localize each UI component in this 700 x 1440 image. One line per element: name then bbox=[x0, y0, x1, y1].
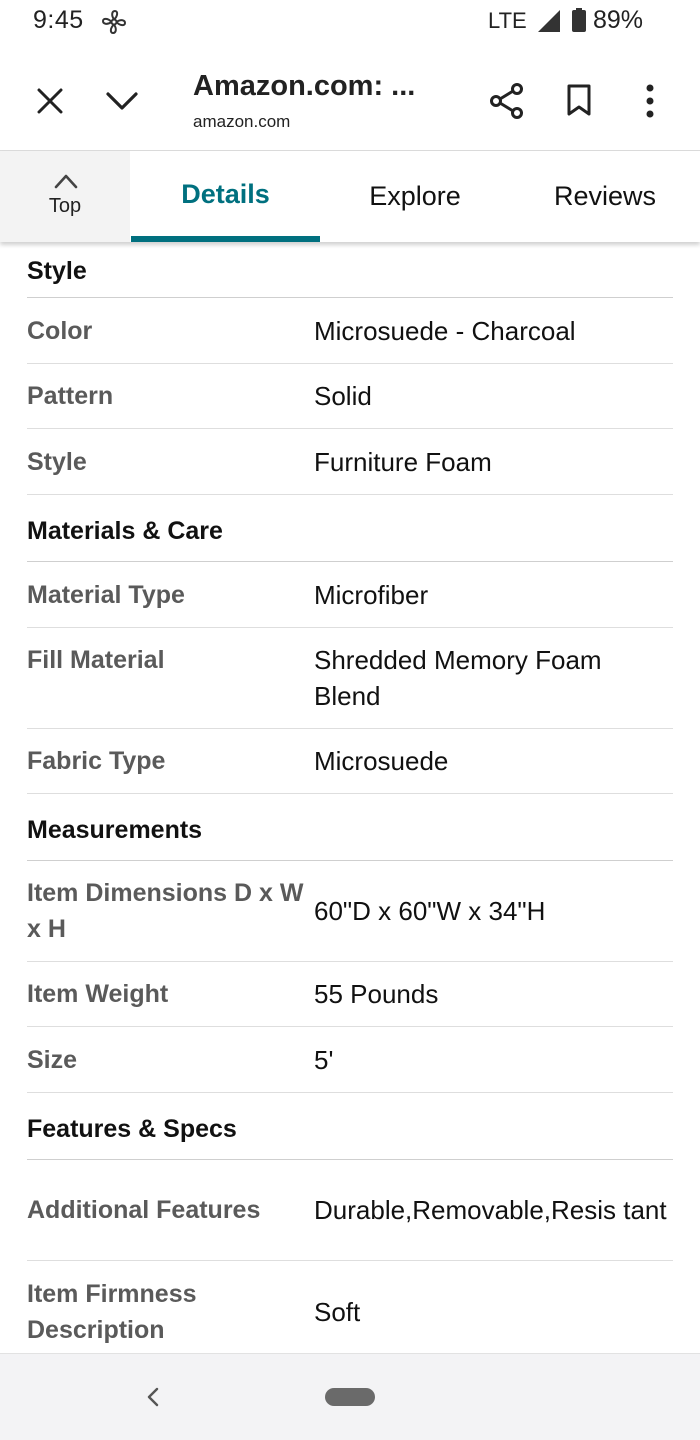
system-nav-bar bbox=[0, 1353, 700, 1440]
close-icon[interactable] bbox=[37, 88, 63, 114]
row-label: Fabric Type bbox=[27, 747, 166, 775]
row-label: Material Type bbox=[27, 580, 185, 609]
table-row: Additional Features Durable,Removable,Re… bbox=[27, 1160, 673, 1261]
section-title-measurements: Measurements bbox=[27, 794, 673, 861]
row-label: Style bbox=[27, 447, 87, 476]
network-type: LTE bbox=[488, 8, 527, 33]
fan-icon bbox=[101, 9, 127, 35]
tab-details[interactable]: Details bbox=[131, 151, 320, 242]
row-value: Solid bbox=[314, 381, 372, 411]
row-value: Microfiber bbox=[314, 579, 429, 610]
table-row: Fill Material Shredded Memory Foam Blend bbox=[27, 628, 673, 729]
table-row: Pattern Solid bbox=[27, 364, 673, 429]
signal-icon bbox=[538, 10, 560, 32]
section-title-features: Features & Specs bbox=[27, 1093, 673, 1160]
row-label: Item Weight bbox=[27, 980, 169, 1008]
bookmark-icon[interactable] bbox=[566, 84, 592, 116]
row-value: Microsuede - Charcoal bbox=[314, 315, 576, 346]
more-vert-icon[interactable] bbox=[644, 84, 656, 118]
section-title-materials: Materials & Care bbox=[27, 495, 673, 562]
chevron-up-icon bbox=[54, 174, 78, 189]
tab-explore[interactable]: Explore bbox=[320, 151, 510, 242]
row-value: Durable,Removable,Resis tant bbox=[314, 1195, 667, 1225]
status-time: 9:45 bbox=[33, 6, 84, 34]
row-label: Item Firmness Description bbox=[27, 1279, 197, 1344]
row-value: 5' bbox=[314, 1044, 334, 1075]
tab-top-label: Top bbox=[48, 195, 82, 217]
table-row: Fabric Type Microsuede bbox=[27, 729, 673, 794]
browser-toolbar: Amazon.com: ... amazon.com bbox=[0, 44, 700, 151]
table-row: Item Weight 55 Pounds bbox=[27, 962, 673, 1027]
tab-top[interactable]: Top bbox=[0, 151, 130, 242]
table-row: Material Type Microfiber bbox=[27, 562, 673, 628]
home-pill-icon[interactable] bbox=[325, 1388, 375, 1406]
table-row: Size 5' bbox=[27, 1027, 673, 1093]
battery-icon bbox=[572, 8, 586, 32]
page-title: Amazon.com: ... bbox=[193, 70, 416, 102]
row-value: 60"D x 60"W x 34"H bbox=[314, 896, 546, 926]
table-row: Item Firmness Description Soft bbox=[27, 1261, 673, 1362]
row-label: Pattern bbox=[27, 382, 114, 410]
status-bar: 9:45 LTE 89% bbox=[0, 0, 700, 44]
page-url: amazon.com bbox=[193, 112, 291, 131]
share-icon[interactable] bbox=[490, 83, 524, 119]
row-value: 55 Pounds bbox=[314, 979, 439, 1009]
tab-bar: Top Details Explore Reviews bbox=[0, 151, 700, 242]
battery-percent: 89% bbox=[593, 6, 644, 34]
chevron-down-icon[interactable] bbox=[106, 91, 138, 111]
row-value: Shredded Memory Foam Blend bbox=[314, 645, 602, 711]
section-title-style: Style bbox=[27, 242, 673, 298]
row-label: Item Dimensions D x W x H bbox=[27, 879, 304, 943]
product-details: Style Color Microsuede - Charcoal Patter… bbox=[27, 242, 673, 1362]
row-label: Additional Features bbox=[27, 1196, 261, 1224]
table-row: Item Dimensions D x W x H 60"D x 60"W x … bbox=[27, 861, 673, 962]
tab-reviews[interactable]: Reviews bbox=[510, 151, 700, 242]
active-tab-indicator bbox=[131, 236, 320, 242]
row-label: Size bbox=[27, 1045, 78, 1074]
row-value: Soft bbox=[314, 1296, 361, 1327]
table-row: Color Microsuede - Charcoal bbox=[27, 298, 673, 364]
row-label: Fill Material bbox=[27, 646, 165, 674]
row-value: Microsuede bbox=[314, 746, 449, 776]
row-label: Color bbox=[27, 316, 93, 345]
back-icon[interactable] bbox=[146, 1387, 160, 1407]
table-row: Style Furniture Foam bbox=[27, 429, 673, 495]
row-value: Furniture Foam bbox=[314, 446, 492, 477]
